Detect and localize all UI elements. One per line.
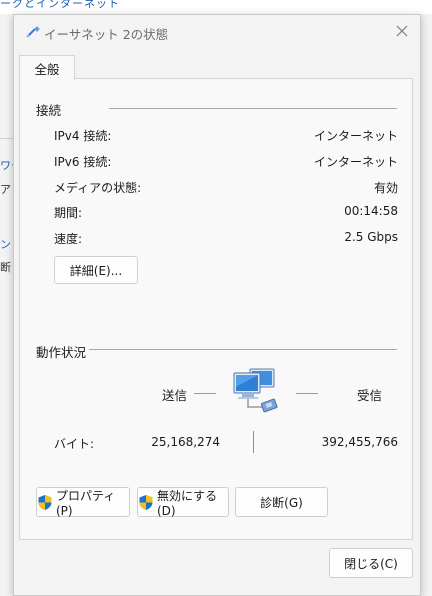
uac-shield-icon [38,494,52,510]
received-label: 受信 [357,388,383,403]
sent-label: 送信 [162,388,188,403]
background-text-fragment: 断 [0,261,11,274]
properties-button[interactable]: プロパティ(P) [36,487,130,518]
diagnose-button[interactable]: 診断(G) [235,487,328,517]
general-panel: 接続 IPv4 接続: インターネット IPv6 接続: インターネット メディ… [19,78,413,540]
section-divider [89,349,397,350]
connection-section-title: 接続 [36,103,62,118]
close-button[interactable]: 閉じる(C) [329,548,413,578]
section-divider [109,108,397,109]
bytes-sent-value: 25,168,274 [151,435,220,449]
title-bar: イーサネット 2の状態 [14,15,420,49]
background-title-fragment: ークとインターネット [0,0,120,10]
media-state-value: 有効 [373,181,398,195]
activity-section-title: 動作状況 [36,345,87,360]
close-icon[interactable] [394,23,410,39]
ipv6-value: インターネット [313,155,398,169]
ipv4-value: インターネット [313,129,398,143]
network-cable-icon [26,26,40,38]
ipv4-label: IPv4 接続: [54,129,112,143]
bytes-received-value: 392,455,766 [321,435,398,449]
bytes-label: バイト: [54,437,95,451]
tab-general[interactable]: 全般 [19,55,75,80]
properties-label: プロパティ(P) [56,488,116,518]
media-state-label: メディアの状態: [54,181,142,195]
background-link-fragment: ン [0,238,11,251]
speed-label: 速度: [54,232,83,246]
background-divider [0,138,14,139]
sent-line [194,393,216,394]
uac-shield-icon [139,494,153,510]
ethernet-status-dialog: イーサネット 2の状態 全般 接続 IPv4 接続: インターネット IPv6 … [13,14,421,596]
duration-label: 期間: [54,206,83,220]
speed-value: 2.5 Gbps [344,230,398,244]
duration-value: 00:14:58 [344,204,398,218]
ipv6-label: IPv6 接続: [54,155,112,169]
disable-label: 無効にする(D) [157,488,218,518]
window-title: イーサネット 2の状態 [44,27,169,42]
bytes-separator [253,431,254,453]
details-button[interactable]: 詳細(E)... [54,256,138,284]
received-line [296,393,318,394]
network-computers-icon [233,368,278,413]
disable-button[interactable]: 無効にする(D) [137,487,229,518]
